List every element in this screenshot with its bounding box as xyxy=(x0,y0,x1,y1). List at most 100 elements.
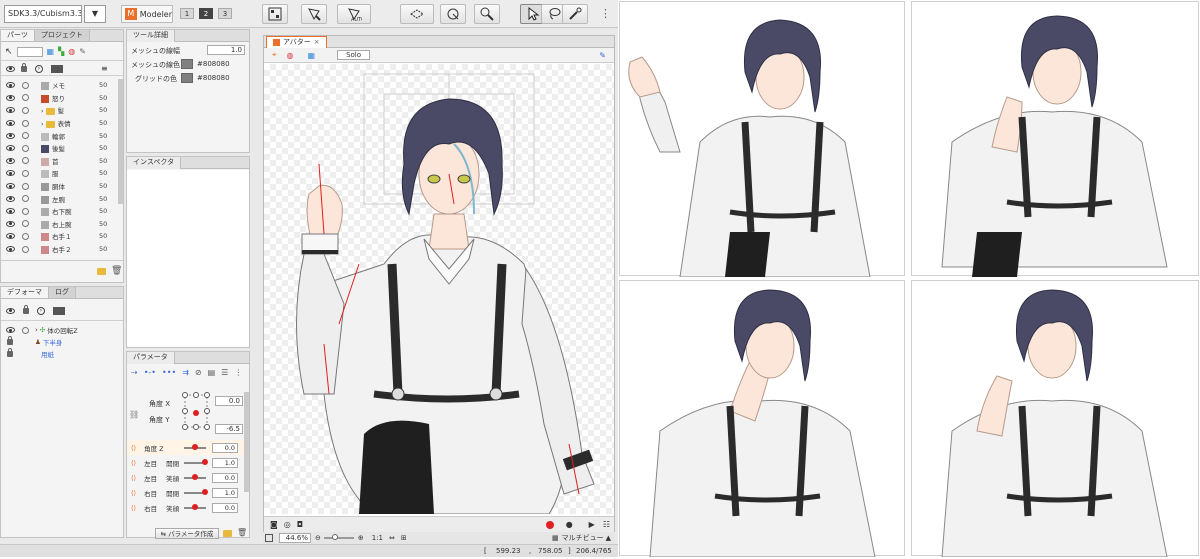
select-toggle[interactable] xyxy=(22,106,29,114)
clip-icon[interactable]: ▚ xyxy=(58,47,64,56)
visibility-icon[interactable] xyxy=(6,183,15,190)
select-toggle[interactable] xyxy=(22,132,29,140)
tab-parts[interactable]: パーツ xyxy=(1,30,35,41)
parameter-row[interactable]: ⟨⟩ 左目 笑顔 0.0 xyxy=(127,470,245,485)
select-toggle[interactable] xyxy=(22,326,29,334)
tab-project[interactable]: プロジェクト xyxy=(34,30,90,41)
folder-icon[interactable] xyxy=(223,530,232,537)
modeler-mode-button[interactable]: M Modeler xyxy=(121,5,173,23)
visibility-icon[interactable] xyxy=(6,107,15,114)
param-slash-icon[interactable]: ⊘ xyxy=(195,368,202,377)
angle-x-input[interactable]: 0.0 xyxy=(215,396,243,406)
parts-row[interactable]: 右上腕 50 xyxy=(1,218,117,231)
trash-icon[interactable]: 🗑 xyxy=(111,266,122,276)
parameter-value-input[interactable]: 1.0 xyxy=(212,487,239,498)
trash-icon[interactable]: 🗑 xyxy=(237,528,247,537)
group-icon[interactable] xyxy=(51,64,63,73)
parameter-row[interactable]: ⟨⟩ 右目 笑顔 0.0 xyxy=(127,500,245,515)
parameter-value-input[interactable]: 0.0 xyxy=(212,472,239,483)
visibility-icon[interactable] xyxy=(6,220,15,227)
visibility-icon[interactable] xyxy=(6,327,15,334)
visibility-icon[interactable] xyxy=(6,65,15,72)
deformer-row-paper[interactable]: 用紙 xyxy=(1,348,123,361)
select-toggle[interactable] xyxy=(22,232,29,240)
tab-deformer[interactable]: デフォーマ xyxy=(1,287,49,298)
mesh-visible-icon[interactable]: ⌖ xyxy=(272,50,277,60)
param-list-icon[interactable]: ☰ xyxy=(221,368,228,377)
more-tools-icon[interactable]: ⋮ xyxy=(600,7,612,21)
parameter-slider[interactable] xyxy=(184,458,209,465)
solo-button[interactable]: Solo xyxy=(337,50,371,60)
expand-arrow-icon[interactable]: › xyxy=(41,120,46,128)
deformer-row-rotation[interactable]: › ✣ 体の回転Z xyxy=(1,324,123,337)
expand-all-icon[interactable]: › xyxy=(37,306,45,315)
mesh-line-width-input[interactable]: 1.0 xyxy=(207,45,245,55)
camera-ring-icon[interactable]: ◎ xyxy=(284,520,291,529)
param-options-icon[interactable]: ⋮ xyxy=(234,368,242,377)
select-toggle[interactable] xyxy=(22,157,29,165)
param-grid-icon[interactable]: ▤ xyxy=(208,368,216,377)
parameter-link-icon[interactable]: ⟨⟩ xyxy=(131,489,136,497)
deformer-row-lower-body[interactable]: ♟ 下半身 xyxy=(1,336,123,349)
tab-avatar[interactable]: アバター × xyxy=(266,36,327,48)
pointer-icon[interactable]: ↖ xyxy=(5,47,13,57)
zoom-input[interactable]: 44.6% xyxy=(279,533,311,543)
visibility-icon[interactable] xyxy=(6,307,15,314)
parts-row[interactable]: › 表情 50 xyxy=(1,117,117,130)
visibility-icon[interactable] xyxy=(6,82,15,89)
close-icon[interactable]: × xyxy=(314,37,320,48)
layout-1-button[interactable]: 1 xyxy=(180,8,194,19)
lock-icon[interactable] xyxy=(23,304,29,314)
parameter-value-input[interactable]: 1.0 xyxy=(212,457,239,468)
layout-3-button[interactable]: 3 xyxy=(218,8,232,19)
select-toggle[interactable] xyxy=(22,119,29,127)
zoom-out-icon[interactable]: ⊖ xyxy=(315,534,321,542)
parts-row[interactable]: 怒り 50 xyxy=(1,92,117,105)
parameter-slider[interactable] xyxy=(184,443,207,450)
visibility-icon[interactable] xyxy=(6,195,15,202)
xy-parameter-pad[interactable] xyxy=(182,392,212,432)
parts-row[interactable]: 輪郭 50 xyxy=(1,129,117,142)
parts-filter-input[interactable] xyxy=(16,46,43,57)
visibility-icon[interactable] xyxy=(6,157,15,164)
select-toggle[interactable] xyxy=(22,207,29,215)
param-blend-icon[interactable]: ⇉ xyxy=(182,368,189,377)
warp-icon[interactable]: ◍ xyxy=(68,47,75,56)
create-parameter-button[interactable]: ⇆ パラメータ作成 xyxy=(155,528,219,539)
parameter-slider[interactable] xyxy=(184,473,207,480)
menu-icon[interactable]: ≡ xyxy=(101,64,108,73)
auto-mesh-button[interactable]: AUTO xyxy=(337,4,371,24)
parts-row[interactable]: 右下腕 50 xyxy=(1,205,117,218)
model-dropdown[interactable]: ▼ xyxy=(84,5,106,23)
select-toggle[interactable] xyxy=(22,144,29,152)
multiview-button[interactable]: マルチビュー xyxy=(562,533,604,543)
deform-brush-button[interactable] xyxy=(474,4,500,24)
grid-icon[interactable]: ▦ xyxy=(47,47,55,56)
mesh-line-color-swatch[interactable] xyxy=(181,59,193,69)
select-toggle[interactable] xyxy=(22,195,29,203)
select-toggle[interactable] xyxy=(22,220,29,228)
lock-icon[interactable] xyxy=(7,336,13,346)
canvas-area[interactable] xyxy=(264,64,614,515)
pen-icon[interactable]: ✎ xyxy=(599,51,606,60)
grid-color-swatch[interactable] xyxy=(181,73,193,83)
expand-all-icon[interactable]: › xyxy=(35,64,43,73)
visibility-icon[interactable] xyxy=(6,132,15,139)
mesh-edit-button[interactable] xyxy=(301,4,327,24)
parts-row[interactable]: 服 50 xyxy=(1,167,117,180)
fit-width-icon[interactable]: ⇔ xyxy=(389,534,395,542)
grid-visible-icon[interactable]: ▦ xyxy=(308,51,316,60)
fit-icon[interactable] xyxy=(265,534,273,542)
group-icon[interactable] xyxy=(53,306,65,315)
link-icon[interactable]: ⛓ xyxy=(129,410,139,419)
stop-icon[interactable]: ● xyxy=(566,520,573,529)
deform-path-button[interactable] xyxy=(440,4,466,24)
select-toggle[interactable] xyxy=(22,94,29,102)
parameters-scrollbar[interactable] xyxy=(244,392,249,492)
parameter-link-icon[interactable]: ⟨⟩ xyxy=(131,504,136,512)
parameter-row[interactable]: ⟨⟩ 角度 Z 0.0 xyxy=(127,440,245,455)
play-icon[interactable]: ▶ xyxy=(589,520,595,529)
param-key-icon[interactable]: •-• xyxy=(144,368,156,377)
deformer-visible-icon[interactable]: ◍ xyxy=(287,51,294,60)
parameter-row[interactable]: ⟨⟩ 右目 開閉 1.0 xyxy=(127,485,245,500)
